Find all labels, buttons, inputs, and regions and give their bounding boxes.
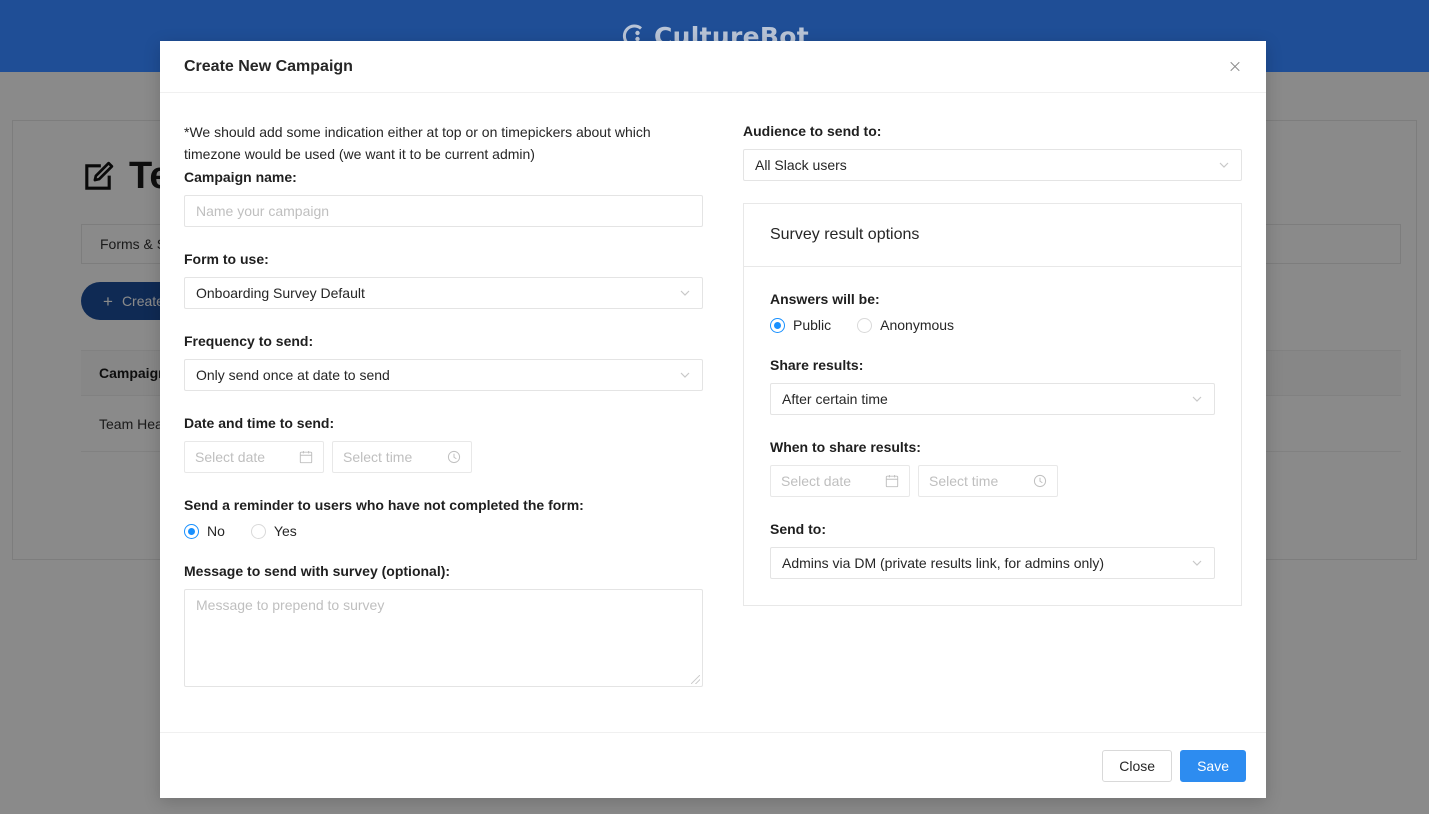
audience-select[interactable]: All Slack users bbox=[742, 149, 1242, 181]
share-results-select[interactable]: After certain time bbox=[769, 383, 1215, 415]
modal-header: Create New Campaign bbox=[160, 41, 1266, 93]
message-placeholder: Message to prepend to survey bbox=[196, 597, 385, 613]
send-date-picker[interactable]: Select date bbox=[184, 441, 324, 473]
date-and-time-label: Date and time to send: bbox=[184, 415, 335, 431]
field-frequency: Frequency to send: Only send once at dat… bbox=[184, 331, 703, 391]
campaign-name-placeholder: Name your campaign bbox=[196, 203, 330, 219]
field-date-and-time-to-send: Date and time to send: Select date Selec… bbox=[184, 413, 703, 473]
send-time-placeholder: Select time bbox=[343, 449, 413, 465]
modal-left-column: *We should add some indication either at… bbox=[184, 121, 743, 732]
radio-answers-anonymous[interactable]: Anonymous bbox=[857, 317, 954, 333]
create-campaign-modal: Create New Campaign *We should add some … bbox=[160, 41, 1266, 798]
field-form-to-use: Form to use: Onboarding Survey Default bbox=[184, 249, 703, 309]
field-audience: Audience to send to: All Slack users bbox=[742, 121, 1242, 181]
send-date-placeholder: Select date bbox=[195, 449, 266, 465]
close-icon[interactable] bbox=[1224, 56, 1246, 78]
modal-right-column: Audience to send to: All Slack users Sur… bbox=[742, 121, 1242, 732]
share-date-placeholder: Select date bbox=[780, 473, 852, 489]
radio-reminder-no[interactable]: No bbox=[184, 523, 225, 539]
calendar-icon bbox=[885, 475, 899, 488]
modal-footer: Close Save bbox=[160, 732, 1266, 798]
chevron-down-icon bbox=[1192, 396, 1202, 402]
field-when-to-share-results: When to share results: Select date Selec… bbox=[769, 437, 1215, 497]
share-time-picker[interactable]: Select time bbox=[917, 465, 1058, 497]
message-label: Message to send with survey (optional): bbox=[184, 563, 451, 579]
when-to-share-label: When to share results: bbox=[769, 439, 921, 455]
campaign-name-label: Campaign name: bbox=[184, 169, 297, 185]
send-to-select[interactable]: Admins via DM (private results link, for… bbox=[769, 547, 1215, 579]
field-campaign-name: Campaign name: Name your campaign bbox=[184, 167, 703, 227]
send-reminder-radio-group: No Yes bbox=[184, 523, 703, 539]
clock-icon bbox=[1033, 474, 1047, 488]
answers-radio-group: Public Anonymous bbox=[769, 317, 1215, 333]
calendar-icon bbox=[299, 451, 313, 464]
radio-answers-public-label: Public bbox=[792, 317, 832, 333]
radio-reminder-yes-label: Yes bbox=[273, 523, 297, 539]
send-reminder-label: Send a reminder to users who have not co… bbox=[184, 497, 584, 513]
datetime-pickers: Select date Select time bbox=[184, 441, 703, 473]
field-message: Message to send with survey (optional): … bbox=[184, 561, 703, 687]
chevron-down-icon bbox=[1219, 162, 1229, 168]
resize-handle-icon[interactable] bbox=[690, 675, 700, 684]
survey-result-options-body: Answers will be: Public Anonymous Share … bbox=[744, 267, 1241, 605]
frequency-select[interactable]: Only send once at date to send bbox=[184, 359, 703, 391]
frequency-value: Only send once at date to send bbox=[196, 367, 390, 383]
radio-answers-public[interactable]: Public bbox=[769, 317, 832, 333]
radio-indicator bbox=[250, 523, 266, 539]
modal-title: Create New Campaign bbox=[184, 57, 353, 75]
frequency-label: Frequency to send: bbox=[184, 333, 314, 349]
send-time-picker[interactable]: Select time bbox=[332, 441, 472, 473]
share-results-label: Share results: bbox=[769, 357, 864, 373]
field-send-reminder: Send a reminder to users who have not co… bbox=[184, 495, 703, 539]
message-textarea[interactable]: Message to prepend to survey bbox=[184, 589, 703, 687]
field-answers-will-be: Answers will be: Public Anonymous bbox=[769, 289, 1215, 333]
audience-value: All Slack users bbox=[754, 157, 847, 173]
timezone-note: *We should add some indication either at… bbox=[184, 124, 651, 162]
modal-body: *We should add some indication either at… bbox=[160, 93, 1266, 732]
radio-indicator bbox=[857, 317, 873, 333]
chevron-down-icon bbox=[680, 372, 690, 378]
form-to-use-label: Form to use: bbox=[184, 251, 269, 267]
close-button[interactable]: Close bbox=[1102, 749, 1173, 782]
survey-result-options-title: Survey result options bbox=[743, 204, 1241, 267]
share-time-placeholder: Select time bbox=[928, 473, 999, 489]
send-to-value: Admins via DM (private results link, for… bbox=[781, 555, 1105, 571]
radio-indicator bbox=[769, 317, 785, 333]
radio-reminder-yes[interactable]: Yes bbox=[250, 523, 297, 539]
clock-icon bbox=[447, 450, 461, 464]
field-send-to: Send to: Admins via DM (private results … bbox=[769, 519, 1215, 579]
campaign-name-input[interactable]: Name your campaign bbox=[184, 195, 703, 227]
when-share-pickers: Select date Select time bbox=[769, 465, 1215, 497]
share-results-value: After certain time bbox=[781, 391, 888, 407]
send-to-label: Send to: bbox=[769, 521, 826, 537]
chevron-down-icon bbox=[1192, 560, 1202, 566]
chevron-down-icon bbox=[680, 290, 690, 296]
answers-will-be-label: Answers will be: bbox=[769, 291, 880, 307]
radio-answers-anonymous-label: Anonymous bbox=[880, 317, 955, 333]
share-date-picker[interactable]: Select date bbox=[769, 465, 910, 497]
radio-reminder-no-label: No bbox=[207, 523, 225, 539]
field-share-results: Share results: After certain time bbox=[769, 355, 1215, 415]
radio-indicator bbox=[184, 523, 199, 539]
form-to-use-select[interactable]: Onboarding Survey Default bbox=[184, 277, 703, 309]
survey-result-options-panel: Survey result options Answers will be: P… bbox=[742, 203, 1242, 606]
audience-label: Audience to send to: bbox=[742, 123, 882, 139]
form-to-use-value: Onboarding Survey Default bbox=[196, 285, 365, 301]
save-button[interactable]: Save bbox=[1180, 749, 1246, 782]
